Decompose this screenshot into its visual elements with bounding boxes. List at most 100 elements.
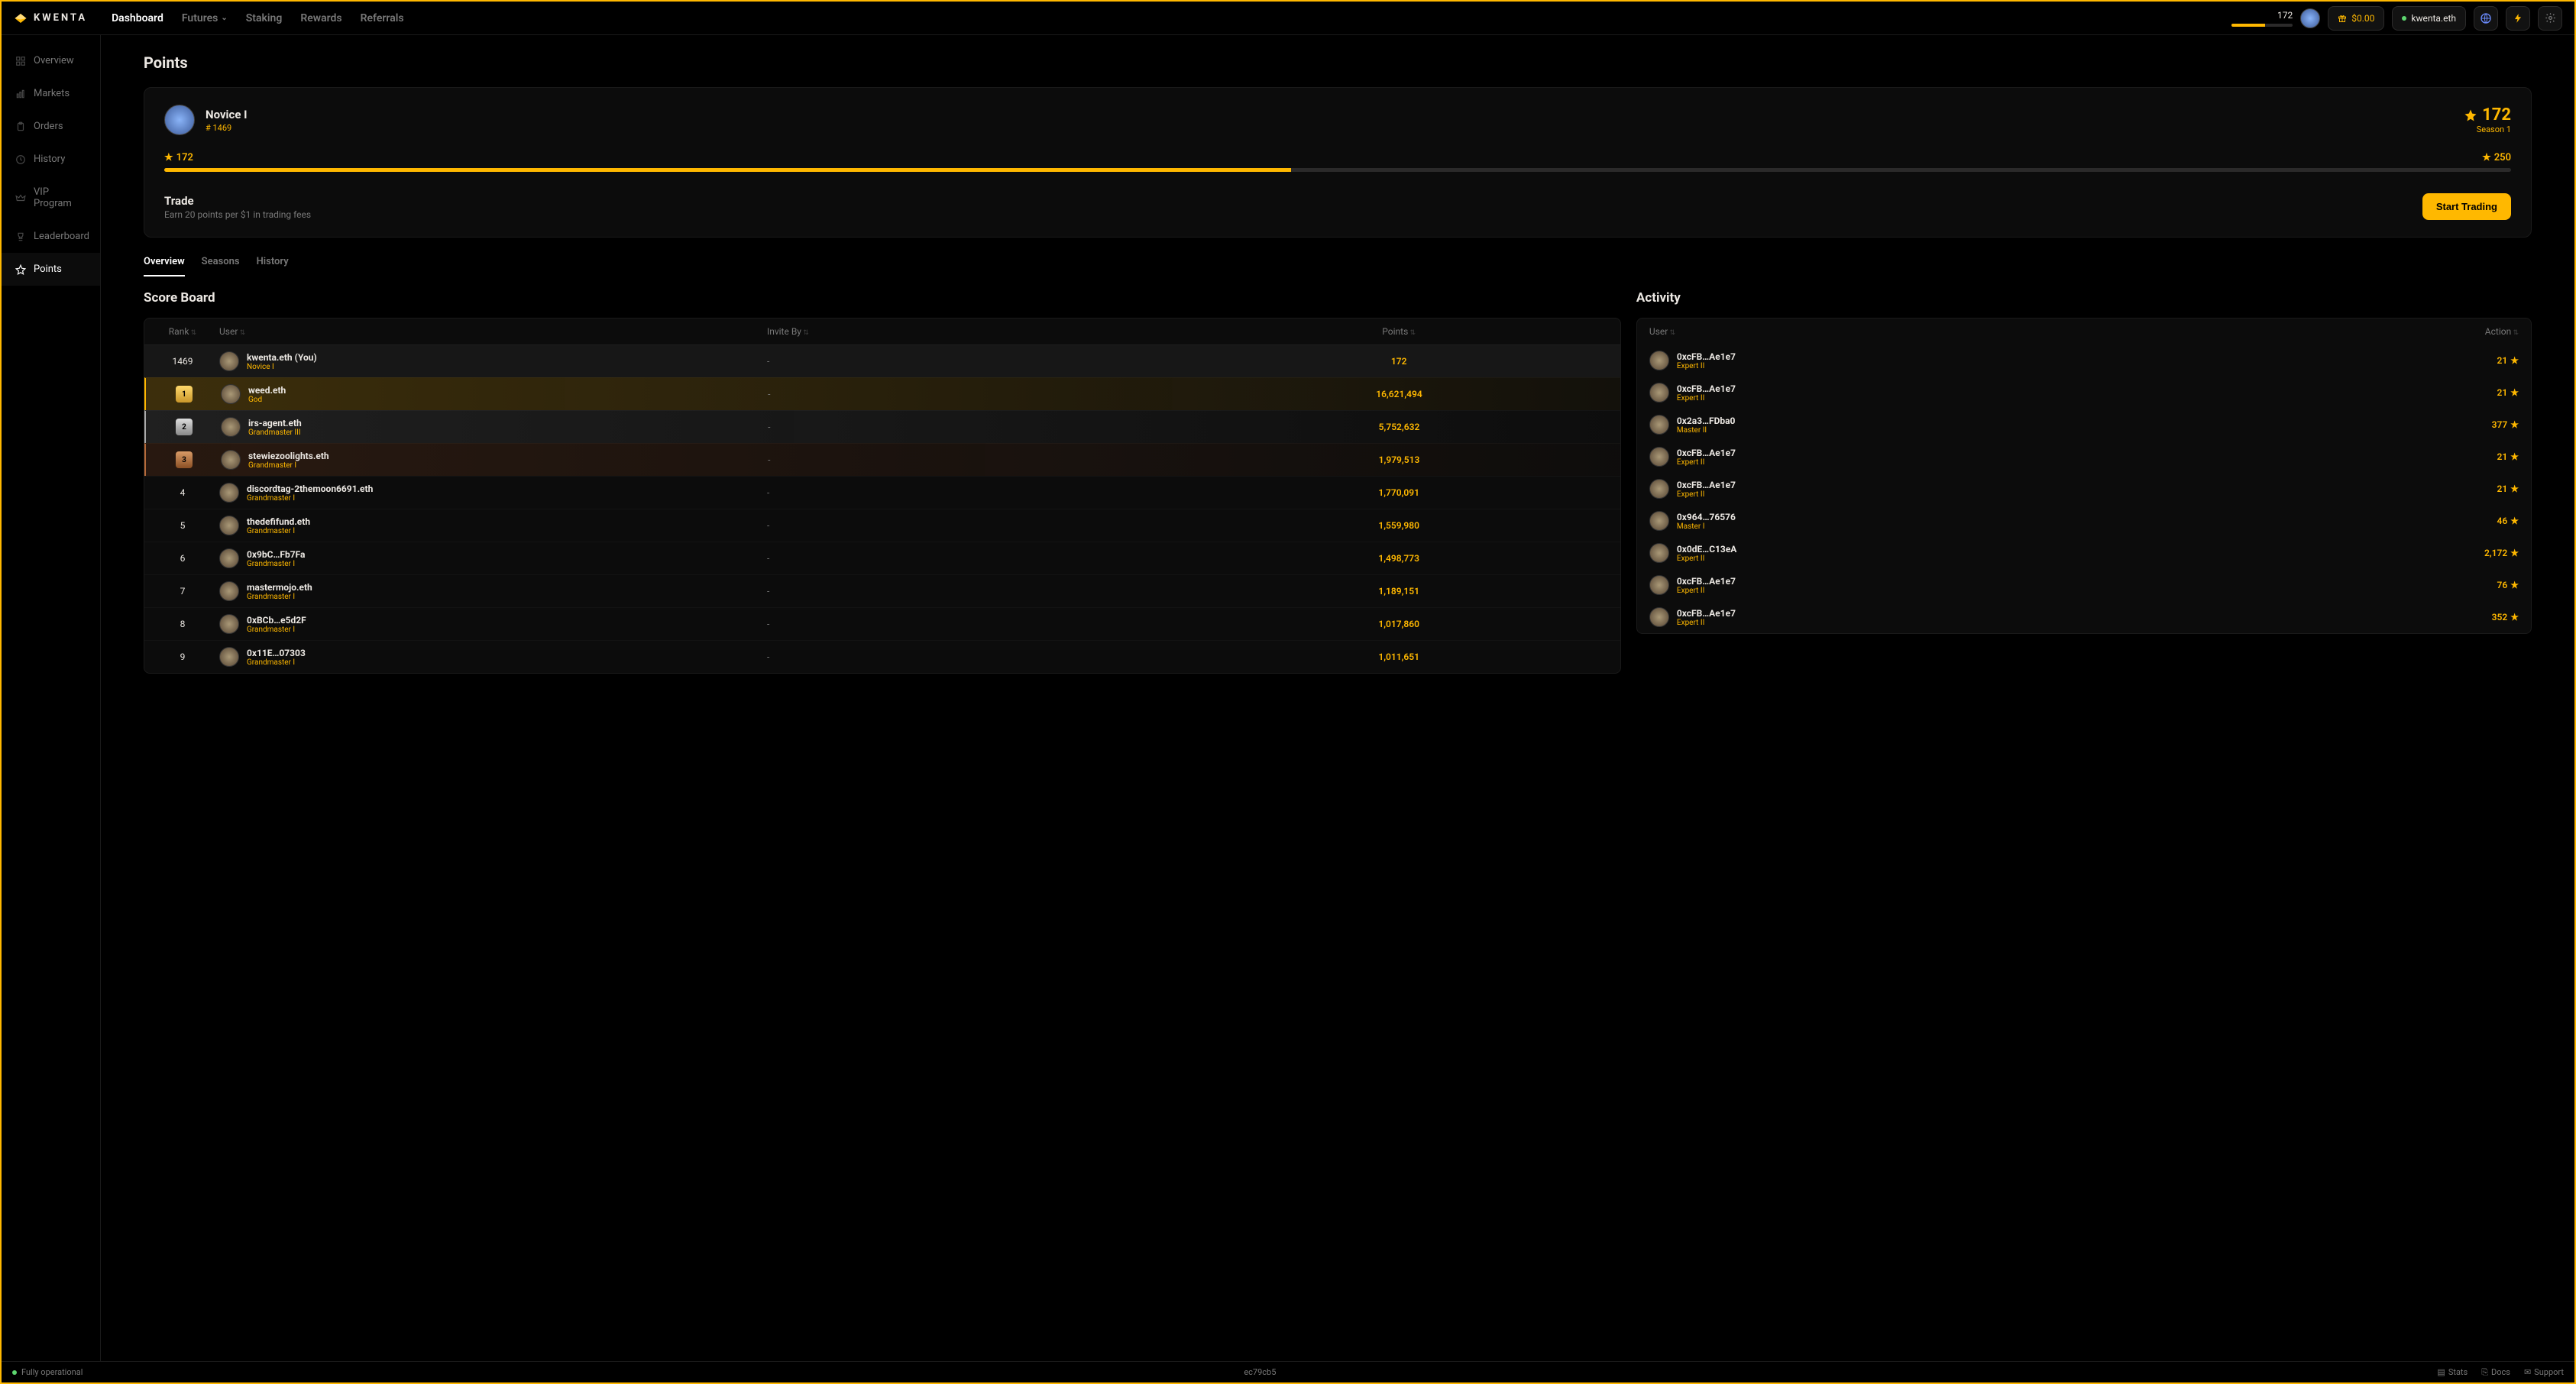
sidebar: OverviewMarketsOrders History VIP Program L… <box>2 35 101 1361</box>
table-row[interactable]: 5 thedefifund.ethGrandmaster I - 1,559,9… <box>144 509 1620 542</box>
avatar <box>219 516 239 535</box>
activity-row[interactable]: 0x0dE…C13eAExpert II 2,172 ★ <box>1637 537 2531 569</box>
nav-referrals[interactable]: Referrals <box>361 12 404 24</box>
hero-points: 172 <box>2464 105 2511 124</box>
table-row[interactable]: 4 discordtag-2themoon6691.ethGrandmaster… <box>144 476 1620 509</box>
cell-rank: 9 <box>155 652 210 662</box>
activity-title: Activity <box>1636 290 2532 306</box>
brand-text: KWENTA <box>34 12 87 24</box>
sidebar-item-overview[interactable]: Overview <box>2 44 100 77</box>
table-row[interactable]: 2 irs-agent.ethGrandmaster III - 5,752,6… <box>144 410 1620 443</box>
activity-row[interactable]: 0xcFB…Ae1e7Expert II 352 ★ <box>1637 601 2531 633</box>
activity-row[interactable]: 0xcFB…Ae1e7Expert II 21 ★ <box>1637 441 2531 473</box>
logo[interactable]: KWENTA <box>14 11 87 25</box>
nav-rewards[interactable]: Rewards <box>300 12 341 24</box>
history-icon <box>15 154 26 165</box>
sidebar-item-points[interactable]: Points <box>2 253 100 286</box>
tab-history[interactable]: History <box>257 256 289 276</box>
user-avatar-small[interactable] <box>2300 8 2320 28</box>
user-name: 0xBCb…e5d2F <box>247 615 306 626</box>
activity-tier: Expert II <box>1677 458 1736 467</box>
cell-rank: 8 <box>155 619 210 629</box>
scoreboard-table: Rank User Invite By Points 1469 kwenta.e… <box>144 318 1621 674</box>
stats-icon: ▤ <box>2437 1367 2445 1377</box>
balance-pill[interactable]: $0.00 <box>2328 6 2384 31</box>
nav-staking[interactable]: Staking <box>246 12 283 24</box>
sidebar-item-markets[interactable]: Markets <box>2 77 100 110</box>
header-rank[interactable]: Rank <box>155 326 210 337</box>
activity-row[interactable]: 0x964…76576Master I 46 ★ <box>1637 505 2531 537</box>
bolt-button[interactable] <box>2506 6 2530 31</box>
cell-rank: 4 <box>155 487 210 498</box>
star-icon: ★ <box>2510 419 2519 430</box>
start-trading-button[interactable]: Start Trading <box>2422 193 2511 220</box>
header-user[interactable]: User <box>210 326 767 337</box>
network-button[interactable] <box>2474 6 2498 31</box>
activity-table: User Action 0xcFB…Ae1e7Expert II 21 ★ 0x… <box>1636 318 2532 634</box>
activity-tier: Expert II <box>1677 362 1736 370</box>
header-invite[interactable]: Invite By <box>767 326 1188 337</box>
activity-row[interactable]: 0xcFB…Ae1e7Expert II 76 ★ <box>1637 569 2531 601</box>
cell-user: mastermojo.ethGrandmaster I <box>210 581 767 601</box>
table-row[interactable]: 6 0x9bC…Fb7FaGrandmaster I - 1,498,773 <box>144 542 1620 574</box>
user-avatar <box>164 105 195 135</box>
avatar <box>1649 543 1669 563</box>
footer-link-support[interactable]: ✉ Support <box>2524 1367 2564 1378</box>
globe-icon <box>2480 12 2492 24</box>
activity-row[interactable]: 0xcFB…Ae1e7Expert II 21 ★ <box>1637 473 2531 505</box>
activity-action: 21 ★ <box>2497 483 2519 494</box>
settings-button[interactable] <box>2538 6 2562 31</box>
user-tier: Grandmaster I <box>247 494 373 503</box>
table-row[interactable]: 9 0x11E…07303Grandmaster I - 1,011,651 <box>144 640 1620 673</box>
nav-dashboard[interactable]: Dashboard <box>112 12 163 24</box>
table-row[interactable]: 1469 kwenta.eth (You)Novice I - 172 <box>144 344 1620 377</box>
activity-header: User Action <box>1637 319 2531 344</box>
tab-seasons[interactable]: Seasons <box>202 256 240 276</box>
medal-icon: 3 <box>176 451 193 468</box>
star-icon: ★ <box>2510 451 2519 462</box>
sidebar-item-orders[interactable]: Orders <box>2 110 100 143</box>
tab-overview[interactable]: Overview <box>144 256 185 276</box>
nav-futures[interactable]: Futures⌄ <box>182 12 228 24</box>
table-row[interactable]: 1 weed.ethGod - 16,621,494 <box>144 377 1620 410</box>
star-icon: ★ <box>2510 355 2519 366</box>
sidebar-item-history[interactable]: History <box>2 143 100 176</box>
user-name: 0x9bC…Fb7Fa <box>247 549 305 560</box>
activity-user: 0xcFB…Ae1e7 <box>1677 351 1736 362</box>
footer-link-docs[interactable]: ⎘ Docs <box>2481 1367 2510 1378</box>
hero-points-value: 172 <box>2482 105 2511 124</box>
activity-tier: Expert II <box>1677 394 1736 403</box>
tier-name: Novice I <box>205 108 248 121</box>
sidebar-item-vip-program[interactable]: VIP Program <box>2 176 100 220</box>
sidebar-item-label: History <box>34 154 65 165</box>
header-points[interactable]: Points <box>1188 326 1609 337</box>
cell-invite: - <box>767 619 1188 629</box>
activity-header-user[interactable]: User <box>1649 326 1675 337</box>
sidebar-item-leaderboard[interactable]: Leaderboard <box>2 220 100 253</box>
user-tier: Grandmaster I <box>247 626 306 634</box>
user-tier: Grandmaster III <box>248 428 302 437</box>
avatar <box>1649 415 1669 435</box>
sidebar-item-label: VIP Program <box>34 186 86 209</box>
cell-invite: - <box>767 487 1188 498</box>
activity-user: 0x0dE…C13eA <box>1677 544 1736 555</box>
star-icon: ★ <box>2510 612 2519 622</box>
table-row[interactable]: 3 stewiezoolights.ethGrandmaster I - 1,9… <box>144 443 1620 476</box>
footer-link-stats[interactable]: ▤ Stats <box>2437 1367 2468 1378</box>
activity-row[interactable]: 0xcFB…Ae1e7Expert II 21 ★ <box>1637 377 2531 409</box>
bolt-icon <box>2513 13 2523 24</box>
activity-row[interactable]: 0xcFB…Ae1e7Expert II 21 ★ <box>1637 344 2531 377</box>
cell-user: thedefifund.ethGrandmaster I <box>210 516 767 535</box>
activity-header-action[interactable]: Action <box>2485 326 2519 337</box>
cell-rank: 1 <box>157 386 212 403</box>
table-row[interactable]: 7 mastermojo.ethGrandmaster I - 1,189,15… <box>144 574 1620 607</box>
footer: Fully operational ec79cb5 ▤ Stats⎘ Docs✉… <box>2 1361 2574 1382</box>
table-row[interactable]: 8 0xBCb…e5d2FGrandmaster I - 1,017,860 <box>144 607 1620 640</box>
activity-row[interactable]: 0x2a3…FDba0Master II 377 ★ <box>1637 409 2531 441</box>
progress-left-val: 172 <box>176 152 193 163</box>
trophy-icon <box>15 231 26 242</box>
logo-icon <box>14 11 28 25</box>
star-icon <box>15 264 26 275</box>
activity-action: 46 ★ <box>2497 516 2519 526</box>
wallet-pill[interactable]: kwenta.eth <box>2392 6 2466 31</box>
